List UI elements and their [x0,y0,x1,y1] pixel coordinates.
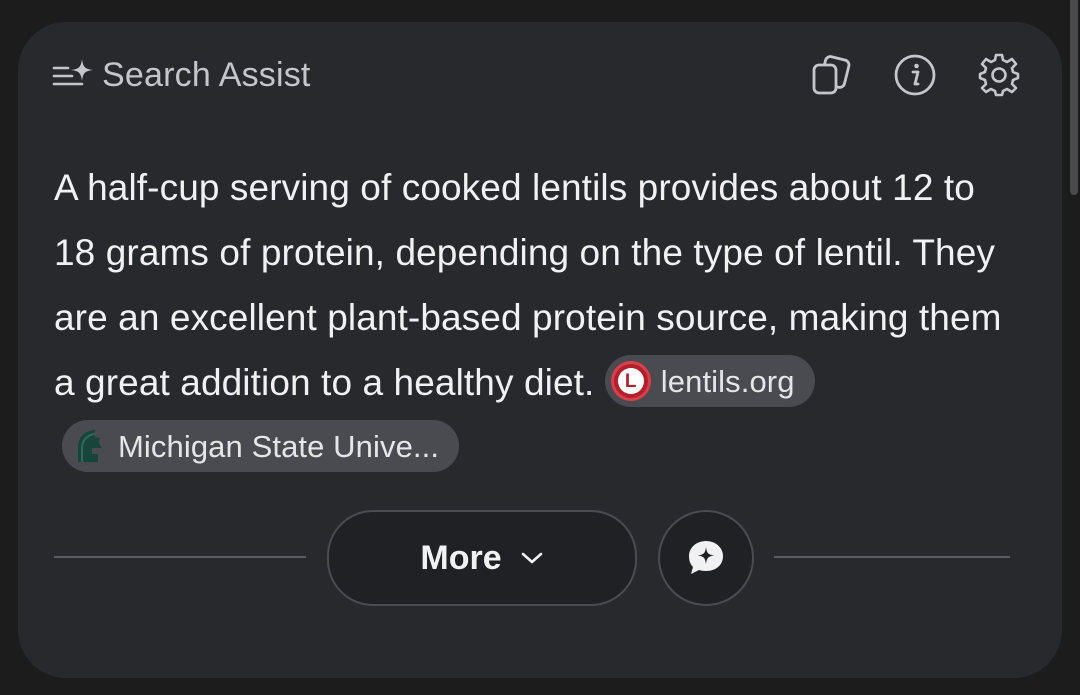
info-icon[interactable] [884,52,946,98]
search-assist-header: Search Assist [52,52,311,98]
sparkle-list-icon [52,59,93,86]
answer-footer: More [54,510,1010,606]
answer-text: A half-cup serving of cooked lentils pro… [54,167,1002,403]
source-chip-lentils[interactable]: L lentils.org [604,355,815,408]
header-title: Search Assist [102,55,311,94]
page-scrollbar[interactable] [1068,0,1080,695]
answer-paragraph: A half-cup serving of cooked lentils pro… [54,155,1014,480]
more-label: More [420,538,502,577]
spartan-helmet-icon [68,426,108,466]
scrollbar-thumb[interactable] [1070,0,1078,195]
copy-pages-icon[interactable] [800,52,862,98]
source-label: Michigan State Unive... [118,428,440,464]
lentils-logo-icon: L [610,361,651,402]
chat-sparkle-icon [689,541,723,574]
divider-left [54,556,306,558]
source-chip-msu[interactable]: Michigan State Unive... [62,420,460,473]
chat-button[interactable] [658,510,754,606]
divider-right [774,556,1010,558]
more-button[interactable]: More [327,510,637,606]
settings-icon[interactable] [968,52,1030,98]
header-actions [800,52,1030,98]
source-label: lentils.org [660,363,795,399]
chevron-down-icon [521,552,542,564]
